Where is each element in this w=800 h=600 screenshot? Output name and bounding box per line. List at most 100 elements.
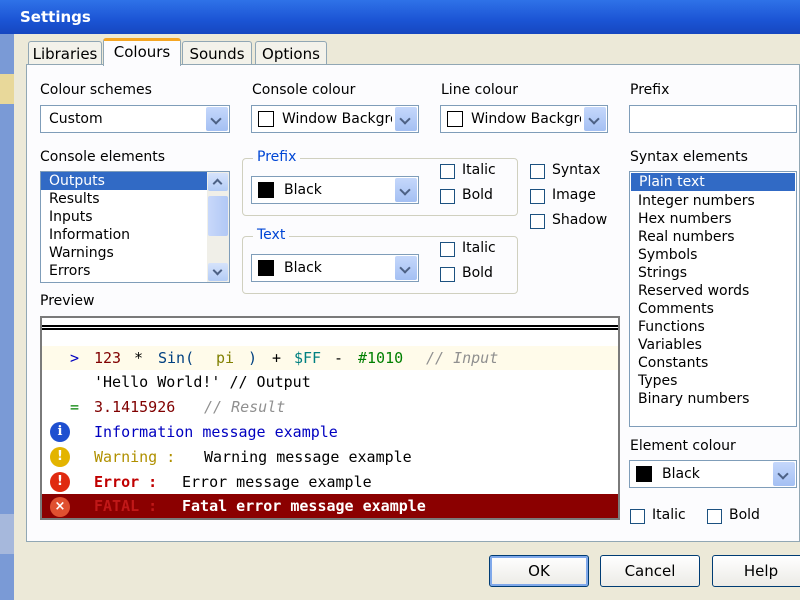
chevron-down-icon[interactable] xyxy=(395,107,417,131)
syntax-elements-list[interactable]: Plain text Integer numbers Hex numbers R… xyxy=(629,171,797,427)
hex-token: $FF xyxy=(294,349,322,367)
list-item[interactable]: Errors xyxy=(41,262,229,280)
list-item[interactable]: Warnings xyxy=(41,244,229,262)
colour-schemes-label: Colour schemes xyxy=(40,82,152,98)
colour-swatch xyxy=(447,111,463,127)
console-elements-list[interactable]: Outputs Results Inputs Information Warni… xyxy=(40,171,230,283)
list-item[interactable]: Symbols xyxy=(630,246,796,264)
preview-result-line: = 3.1415926 // Result xyxy=(42,395,618,419)
error-icon: ! xyxy=(50,472,70,492)
colour-swatch xyxy=(636,466,652,482)
list-item[interactable]: Comments xyxy=(630,300,796,318)
chevron-down-icon[interactable] xyxy=(773,462,795,486)
list-item[interactable]: Strings xyxy=(630,264,796,282)
fatal-error-icon: × xyxy=(50,497,70,517)
result-prompt: = xyxy=(70,398,80,416)
preview-input-line: >123 * Sin(pi) + $FF - #1010 // Input xyxy=(42,346,618,370)
list-item[interactable]: Real numbers xyxy=(630,228,796,246)
colour-schemes-value: Custom xyxy=(49,111,103,127)
list-item[interactable]: Variables xyxy=(630,336,796,354)
help-button[interactable]: Help xyxy=(712,555,800,587)
comment-token: // Result xyxy=(204,398,286,416)
preview-fatal-line: × FATAL : Fatal error message example xyxy=(42,494,618,518)
info-icon: i xyxy=(50,422,70,442)
scroll-thumb[interactable] xyxy=(208,196,228,236)
colour-swatch xyxy=(258,111,274,127)
warning-icon: ! xyxy=(50,447,70,467)
preview-error-line: ! Error : Error message example xyxy=(42,470,618,494)
text-colour-value: Black xyxy=(284,260,322,276)
colour-swatch xyxy=(258,260,274,276)
preview-info-line: i Information message example xyxy=(42,420,618,444)
symbol-token: + xyxy=(272,349,282,367)
output-text: 'Hello World!' // Output xyxy=(94,373,311,391)
list-item[interactable]: Constants xyxy=(630,354,796,372)
info-text: Information message example xyxy=(94,423,338,441)
comment-token: // Input xyxy=(426,349,499,367)
checkbox-label: Shadow xyxy=(552,212,608,228)
symbol-token: * xyxy=(134,349,144,367)
list-item[interactable]: Functions xyxy=(630,318,796,336)
checkbox-label: Bold xyxy=(462,265,493,281)
console-colour-label: Console colour xyxy=(252,82,356,98)
colour-schemes-select[interactable]: Custom xyxy=(40,105,230,133)
checkbox-label: Syntax xyxy=(552,162,601,178)
list-item[interactable]: Information xyxy=(41,226,229,244)
chevron-down-icon[interactable] xyxy=(584,107,606,131)
console-colour-select[interactable]: Window Background xyxy=(251,105,419,133)
binary-token: #1010 xyxy=(358,349,404,367)
console-separator xyxy=(42,325,618,330)
list-item[interactable]: Binary numbers xyxy=(630,390,796,408)
error-text: Error message example xyxy=(182,473,372,491)
text-group-label: Text xyxy=(253,227,290,243)
list-item[interactable]: Reserved words xyxy=(630,282,796,300)
ok-button[interactable]: OK xyxy=(489,555,589,587)
prefix-colour-value: Black xyxy=(284,182,322,198)
tab-sounds[interactable]: Sounds xyxy=(182,41,252,65)
tab-libraries[interactable]: Libraries xyxy=(28,41,102,65)
prefix-colour-select[interactable]: Black xyxy=(251,176,419,204)
tab-options[interactable]: Options xyxy=(255,41,327,65)
cancel-button[interactable]: Cancel xyxy=(600,555,700,587)
title-bar: Settings xyxy=(0,0,800,34)
scroll-down-icon[interactable] xyxy=(208,263,228,281)
scrollbar[interactable] xyxy=(207,172,229,282)
function-token: Sin( xyxy=(158,349,195,367)
symbol-token: ) xyxy=(248,349,258,367)
line-colour-label: Line colour xyxy=(441,82,518,98)
prefix-input[interactable] xyxy=(629,105,797,133)
preview-output-line: 'Hello World!' // Output xyxy=(42,370,618,394)
console-elements-label: Console elements xyxy=(40,149,166,165)
background-window-edge xyxy=(0,34,14,600)
list-item[interactable]: Plain text xyxy=(631,173,795,191)
list-item[interactable]: Types xyxy=(630,372,796,390)
checkbox-label: Italic xyxy=(462,162,496,178)
list-item[interactable]: Hex numbers xyxy=(630,210,796,228)
checkbox-label: Image xyxy=(552,187,596,203)
list-item[interactable]: Results xyxy=(41,190,229,208)
list-item[interactable]: Inputs xyxy=(41,208,229,226)
element-colour-value: Black xyxy=(662,466,700,482)
preview-warning-line: ! Warning : Warning message example xyxy=(42,445,618,469)
text-colour-select[interactable]: Black xyxy=(251,254,419,282)
tab-colours[interactable]: Colours xyxy=(103,38,181,66)
line-colour-value: Window Background xyxy=(471,111,581,127)
chevron-down-icon[interactable] xyxy=(206,107,228,131)
line-colour-select[interactable]: Window Background xyxy=(440,105,608,133)
prefix-field-label: Prefix xyxy=(630,82,670,98)
checkbox-label: Bold xyxy=(729,507,760,523)
chevron-down-icon[interactable] xyxy=(395,256,417,280)
element-colour-label: Element colour xyxy=(630,438,736,454)
checkbox-label: Italic xyxy=(652,507,686,523)
scroll-up-icon[interactable] xyxy=(208,173,228,191)
chevron-down-icon[interactable] xyxy=(395,178,417,202)
variable-token: pi xyxy=(216,349,235,367)
list-item[interactable]: Outputs xyxy=(41,172,207,190)
preview-console: >123 * Sin(pi) + $FF - #1010 // Input 'Hello Wo… xyxy=(40,316,620,520)
preview-label: Preview xyxy=(40,293,95,309)
element-colour-select[interactable]: Black xyxy=(629,460,797,488)
integer-token: 123 xyxy=(94,349,122,367)
input-prompt: > xyxy=(70,349,80,367)
warning-prefix: Warning : xyxy=(94,448,176,466)
list-item[interactable]: Integer numbers xyxy=(630,192,796,210)
